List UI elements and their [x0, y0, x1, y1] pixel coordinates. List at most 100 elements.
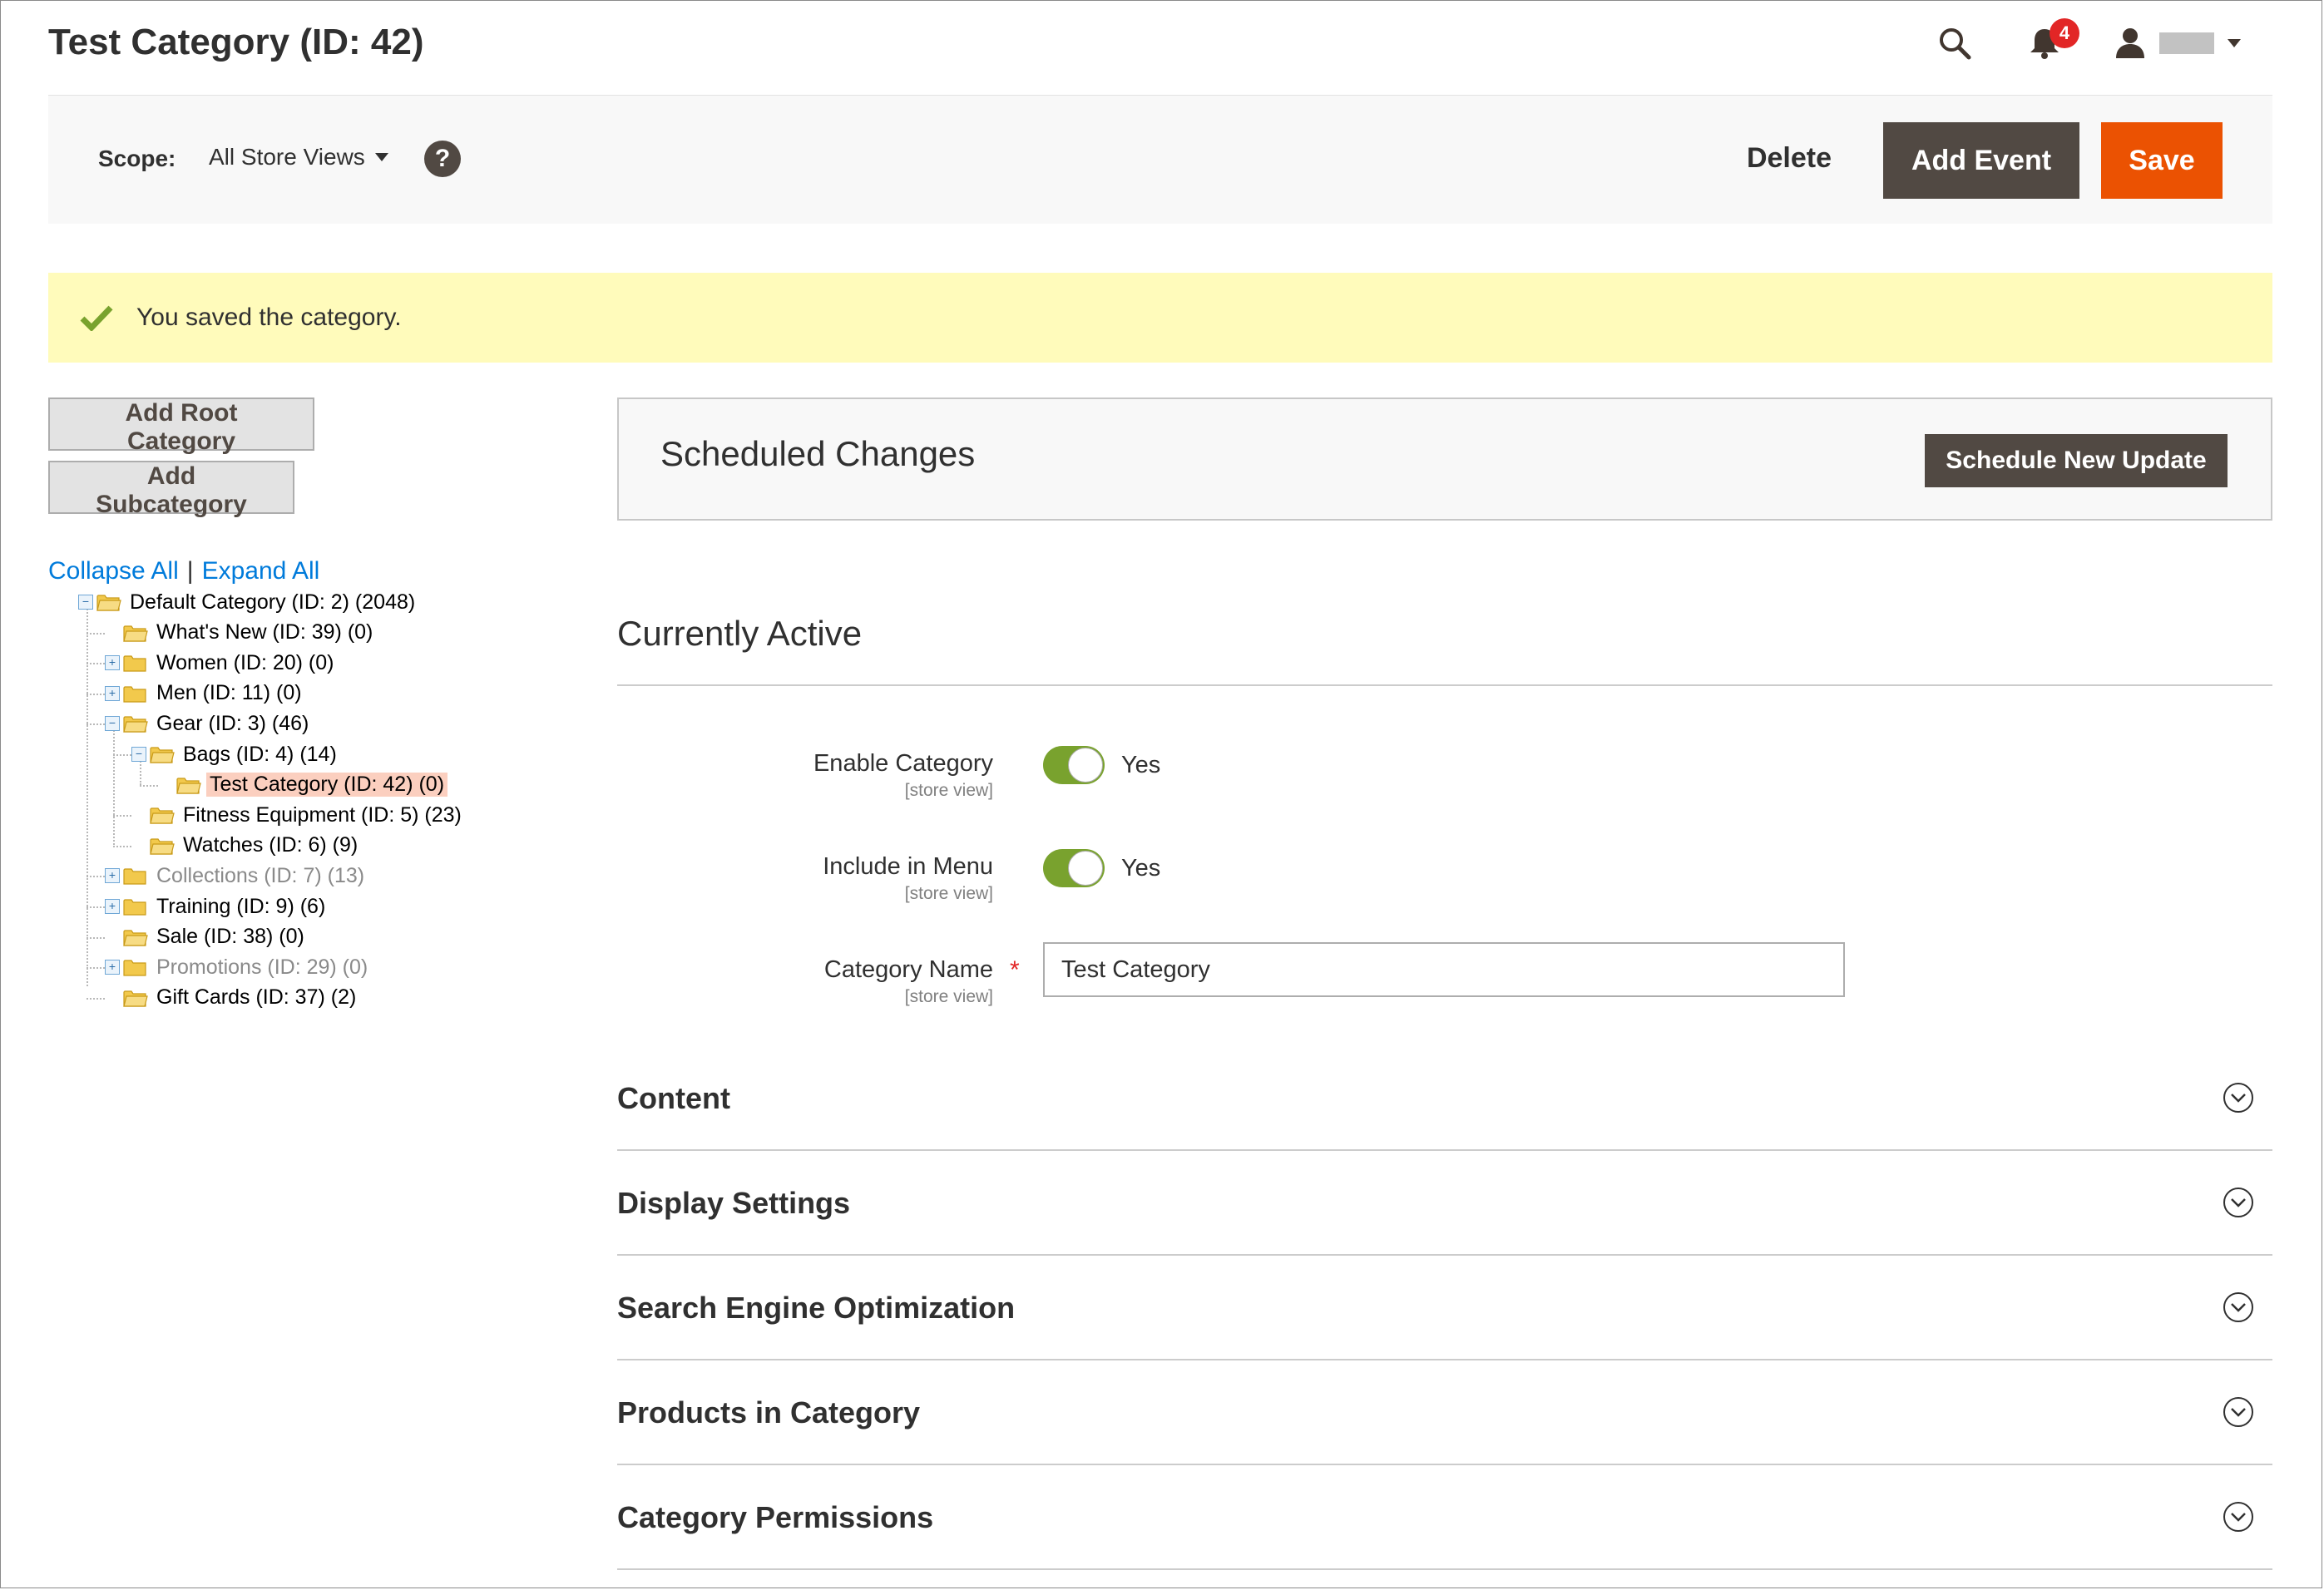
collapse-icon[interactable]: −: [78, 595, 93, 610]
section-title: Search Engine Optimization: [617, 1291, 1016, 1325]
required-indicator: *: [1010, 956, 1020, 984]
tree-node-label: Fitness Equipment (ID: 5) (23): [183, 802, 462, 827]
chevron-down-circle-icon: [2223, 1083, 2253, 1113]
tree-node-label: Women (ID: 20) (0): [156, 650, 334, 674]
section-title: Products in Category: [617, 1395, 921, 1430]
tree-connector: [87, 997, 105, 1000]
tree-connector: [87, 632, 105, 635]
success-message-text: You saved the category.: [136, 304, 402, 331]
save-button[interactable]: Save: [2101, 122, 2223, 199]
currently-active-title: Currently Active: [617, 614, 863, 653]
folder-icon: [123, 684, 148, 703]
category-name-input[interactable]: [1043, 942, 1845, 997]
tree-node[interactable]: + Promotions (ID: 29) (0): [105, 952, 371, 982]
scheduled-changes-panel: Scheduled Changes Schedule New Update: [617, 398, 2272, 521]
section-display-settings[interactable]: Display Settings: [617, 1151, 2272, 1256]
delete-button[interactable]: Delete: [1747, 142, 1832, 175]
tree-connector: [87, 723, 105, 726]
section-title: Category Permissions: [617, 1500, 934, 1534]
enable-category-label: Enable Category [store view]: [813, 750, 993, 801]
expand-all-link[interactable]: Expand All: [202, 557, 320, 585]
folder-icon: [96, 593, 121, 611]
expand-icon[interactable]: +: [105, 899, 120, 914]
tree-node[interactable]: Watches (ID: 6) (9): [131, 831, 361, 861]
tree-connector: [140, 784, 158, 787]
folder-icon: [123, 867, 148, 885]
tree-node[interactable]: Gift Cards (ID: 37) (2): [105, 983, 359, 1013]
user-menu[interactable]: [2114, 27, 2241, 60]
scope-note: [store view]: [904, 987, 993, 1006]
tree-node[interactable]: − Bags (ID: 4) (14): [131, 739, 340, 769]
folder-icon: [123, 928, 148, 946]
tree-node[interactable]: Sale (ID: 38) (0): [105, 922, 308, 952]
expand-icon[interactable]: +: [105, 868, 120, 884]
section-title: Display Settings: [617, 1186, 851, 1220]
folder-icon: [123, 897, 148, 916]
tree-node[interactable]: + Women (ID: 20) (0): [105, 648, 337, 678]
tree-node-label: Sale (ID: 38) (0): [156, 925, 304, 949]
tree-node[interactable]: + Collections (ID: 7) (13): [105, 861, 368, 891]
success-message: You saved the category.: [48, 273, 2272, 363]
toggle-knob: [1068, 748, 1103, 783]
checkmark-icon: [80, 305, 113, 331]
add-root-category-button[interactable]: Add Root Category: [48, 398, 314, 455]
folder-icon: [176, 776, 201, 794]
scope-switcher[interactable]: All Store Views: [209, 144, 388, 170]
header-actions: 4: [1935, 18, 2241, 68]
field-label: Enable Category: [813, 750, 993, 777]
scope-label: Scope:: [98, 146, 176, 171]
tree-node[interactable]: − Default Category (ID: 2) (2048): [78, 587, 418, 617]
expand-icon[interactable]: +: [105, 685, 120, 701]
tree-node-label: What's New (ID: 39) (0): [156, 620, 373, 644]
category-tree: − Default Category (ID: 2) (2048) What's N…: [78, 587, 544, 1020]
chevron-down-circle-icon: [2223, 1502, 2253, 1532]
chevron-down-circle-icon: [2223, 1397, 2253, 1427]
search-icon[interactable]: [1935, 23, 1975, 63]
category-name-label: Category Name [store view]: [824, 956, 993, 1007]
tree-connector: [87, 602, 88, 986]
include-in-menu-toggle[interactable]: [1043, 849, 1105, 887]
expand-icon[interactable]: +: [105, 655, 120, 671]
scope-note: [store view]: [904, 781, 993, 800]
user-icon: [2116, 28, 2144, 58]
section-products-in-category[interactable]: Products in Category: [617, 1360, 2272, 1465]
tree-node-label: Default Category (ID: 2) (2048): [130, 590, 416, 614]
help-icon[interactable]: ?: [424, 141, 461, 177]
add-subcategory-button[interactable]: Add Subcategory: [48, 461, 294, 518]
section-category-permissions[interactable]: Category Permissions: [617, 1465, 2272, 1570]
folder-icon: [123, 989, 148, 1007]
expand-icon[interactable]: +: [105, 960, 120, 975]
tree-node-label: Collections (ID: 7) (13): [156, 863, 365, 887]
tree-node[interactable]: + Men (ID: 11) (0): [105, 679, 305, 709]
tree-node[interactable]: Test Category (ID: 42) (0): [158, 770, 448, 800]
section-search-engine-optimization[interactable]: Search Engine Optimization: [617, 1256, 2272, 1360]
separator: |: [186, 557, 194, 585]
schedule-new-update-button[interactable]: Schedule New Update: [1925, 434, 2228, 487]
add-event-button[interactable]: Add Event: [1883, 122, 2079, 199]
tree-connector: [87, 663, 105, 665]
tree-actions: Collapse All | Expand All: [48, 557, 319, 585]
page-actions-bar: Scope: All Store Views ? Delete Add Even…: [48, 95, 2272, 224]
field-label: Include in Menu: [823, 853, 993, 880]
section-content[interactable]: Content: [617, 1046, 2272, 1151]
tree-node[interactable]: Fitness Equipment (ID: 5) (23): [131, 800, 465, 830]
tree-node-label: Test Category (ID: 42) (0): [206, 773, 448, 797]
collapse-icon[interactable]: −: [131, 747, 146, 762]
notifications-button[interactable]: 4: [2025, 18, 2079, 63]
tree-connector: [87, 906, 105, 908]
divider: [617, 684, 2272, 686]
tree-node[interactable]: What's New (ID: 39) (0): [105, 618, 376, 648]
collapse-icon[interactable]: −: [105, 716, 120, 732]
tree-connector: [113, 724, 115, 845]
tree-node[interactable]: + Training (ID: 9) (6): [105, 891, 329, 921]
user-name: [2159, 32, 2214, 54]
tree-node-label: Men (ID: 11) (0): [156, 681, 302, 705]
include-in-menu-value: Yes: [1121, 855, 1161, 881]
tree-node[interactable]: − Gear (ID: 3) (46): [105, 709, 312, 738]
enable-category-toggle[interactable]: [1043, 746, 1105, 784]
tree-node-label: Training (ID: 9) (6): [156, 894, 326, 918]
scheduled-changes-title: Scheduled Changes: [660, 434, 976, 473]
folder-icon: [150, 837, 175, 855]
collapse-all-link[interactable]: Collapse All: [48, 557, 179, 585]
toggle-knob: [1068, 851, 1103, 886]
